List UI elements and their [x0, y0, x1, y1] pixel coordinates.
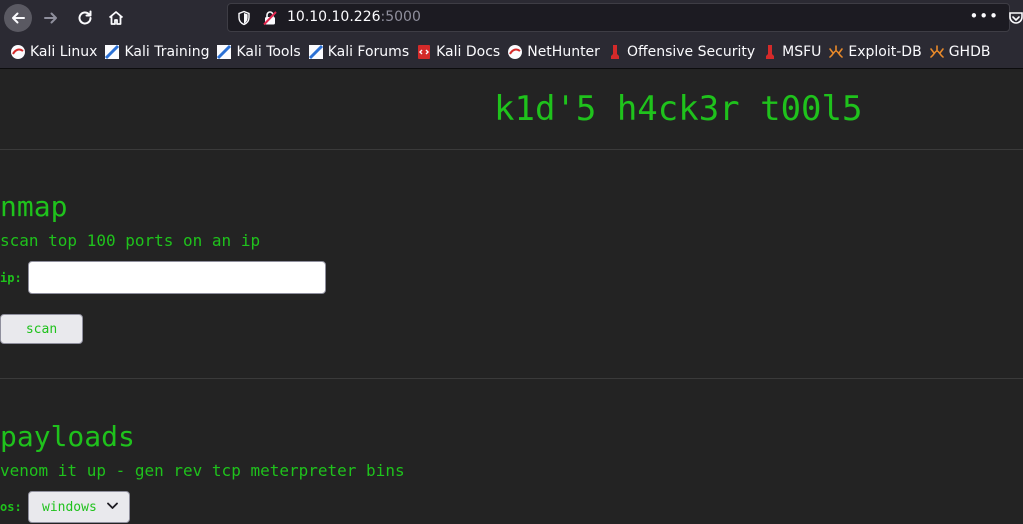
bookmark-nethunter[interactable]: NetHunter	[507, 44, 600, 60]
os-selected-value: windows	[42, 499, 97, 515]
bookmark-kali-training[interactable]: Kali Training	[104, 44, 209, 60]
bookmark-kali-docs[interactable]: Kali Docs	[416, 44, 500, 60]
nmap-section-title: nmap	[0, 190, 68, 223]
url-bar[interactable]: 10.10.10.226:5000 •••	[227, 3, 1010, 32]
reload-icon	[78, 10, 92, 25]
bookmark-label: Kali Linux	[30, 44, 98, 60]
home-icon	[108, 11, 124, 25]
scan-button[interactable]: scan	[0, 314, 83, 344]
reload-button[interactable]	[71, 4, 99, 32]
bookmark-label: Kali Forums	[327, 44, 410, 60]
insecure-lock-icon[interactable]	[262, 10, 278, 26]
nethunter-icon	[507, 44, 523, 60]
bookmark-label: Kali Training	[124, 44, 210, 60]
arrow-left-icon	[12, 12, 25, 24]
divider	[0, 378, 1023, 379]
home-button[interactable]	[102, 4, 130, 32]
exploitdb-icon	[828, 44, 844, 60]
divider	[0, 149, 1023, 150]
ip-input[interactable]	[28, 261, 326, 294]
bookmark-offensive-security[interactable]: Offensive Security	[607, 44, 755, 60]
bookmark-label: Kali Tools	[236, 44, 301, 60]
kali-forums-icon	[308, 44, 324, 60]
url-host: 10.10.10.226	[287, 9, 381, 25]
kali-dragon-icon	[10, 44, 26, 60]
bookmark-label: GHDB	[948, 44, 991, 60]
bookmark-kali-linux[interactable]: Kali Linux	[10, 44, 97, 60]
kali-tools-icon	[216, 44, 232, 60]
bookmark-label: Exploit-DB	[848, 44, 922, 60]
kali-docs-icon	[416, 44, 432, 60]
bookmark-kali-tools[interactable]: Kali Tools	[216, 44, 301, 60]
bookmark-kali-forums[interactable]: Kali Forums	[308, 44, 409, 60]
bookmark-label: MSFU	[782, 44, 822, 60]
bookmark-msfu[interactable]: MSFU	[762, 44, 821, 60]
browser-toolbar: 10.10.10.226:5000 •••	[0, 0, 1023, 36]
site-title: k1d'5 h4ck3r t00l5	[494, 89, 863, 129]
bookmarks-bar: Kali Linux Kali Training Kali Tools Kali…	[0, 36, 1023, 69]
nmap-description: scan top 100 ports on an ip	[0, 231, 261, 250]
offsec-icon	[607, 44, 623, 60]
shield-icon[interactable]	[236, 10, 252, 26]
forward-button[interactable]	[37, 4, 65, 32]
msfu-icon	[762, 44, 778, 60]
bookmark-ghdb[interactable]: GHDB	[929, 44, 991, 60]
kali-training-icon	[104, 44, 120, 60]
url-port: :5000	[380, 9, 421, 25]
bookmark-label: NetHunter	[527, 44, 600, 60]
os-label: os:	[0, 500, 22, 514]
url-text[interactable]: 10.10.10.226:5000	[287, 9, 421, 25]
page-actions-menu-button[interactable]: •••	[969, 7, 999, 25]
payloads-section-title: payloads	[0, 420, 135, 453]
ip-label: ip:	[0, 271, 22, 285]
os-select[interactable]: windows	[28, 491, 130, 523]
payloads-description: venom it up - gen rev tcp meterpreter bi…	[0, 461, 405, 480]
chevron-down-icon	[107, 502, 118, 509]
bookmark-label: Kali Docs	[436, 44, 501, 60]
back-button[interactable]	[4, 4, 32, 32]
pocket-icon[interactable]	[1009, 10, 1023, 26]
arrow-right-icon	[44, 12, 57, 24]
bookmark-exploit-db[interactable]: Exploit-DB	[828, 44, 922, 60]
page-content: k1d'5 h4ck3r t00l5 nmap scan top 100 por…	[0, 70, 1023, 524]
ghdb-icon	[929, 44, 945, 60]
bookmark-label: Offensive Security	[626, 44, 756, 60]
